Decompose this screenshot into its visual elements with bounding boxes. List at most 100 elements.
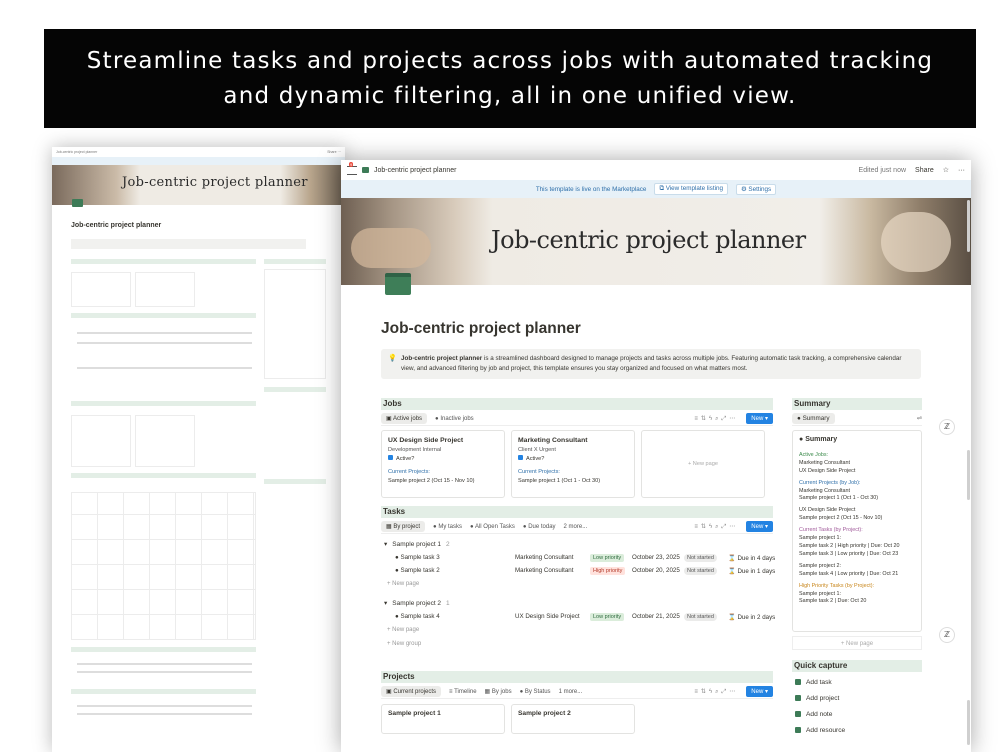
tasks-heading: Tasks <box>381 506 773 518</box>
task-row[interactable]: ● Sample task 4 UX Design Side Project L… <box>381 610 776 623</box>
tab-more[interactable]: 2 more... <box>564 524 588 530</box>
tab-label: My tasks <box>438 523 462 530</box>
star-icon[interactable]: ☆ <box>943 166 949 174</box>
quick-capture-heading: Quick capture <box>792 660 922 672</box>
view-tools-icons[interactable]: ≡⇅ϟ⌕⤢⋯ <box>694 523 738 531</box>
filter-icon[interactable]: ⇌ <box>917 415 922 422</box>
projects-gallery: Sample project 1 Sample project 2 <box>381 704 773 734</box>
summary-active-jobs-label: Active Jobs: <box>799 451 829 458</box>
tab-by-project[interactable]: ▦ By project <box>381 521 426 532</box>
task-row[interactable]: ● Sample task 3 Marketing Consultant Low… <box>381 551 775 564</box>
scrollbar[interactable] <box>967 700 970 745</box>
add-group[interactable]: + New group <box>381 637 773 651</box>
plus-icon <box>795 679 801 685</box>
summary-card[interactable]: ● Summary Active Jobs: Marketing Consult… <box>792 430 922 632</box>
background-page-preview: Job-centric project planner Share ··· Job… <box>52 147 345 752</box>
task-row[interactable]: ● Sample task 2 Marketing Consultant Hig… <box>381 564 775 577</box>
tab-label: Inactive jobs <box>440 415 474 422</box>
scrollbar[interactable] <box>967 200 970 252</box>
summary-view-bar: ● Summary ⇌ <box>792 412 922 426</box>
add-task-row[interactable]: + New page <box>381 623 773 637</box>
view-tools-icons[interactable]: ≡⇅ϟ⌕⤢⋯ <box>694 415 738 423</box>
summary-item: UX Design Side Project <box>799 467 856 474</box>
settings-label: Settings <box>748 185 772 193</box>
tab-timeline[interactable]: ≡ Timeline <box>449 689 477 695</box>
task-date: October 23, 2025 <box>632 554 680 561</box>
new-label: New <box>751 524 764 530</box>
back-projects-section <box>71 401 256 406</box>
view-tools-icons[interactable]: ≡⇅ϟ⌕⤢⋯ <box>694 688 738 696</box>
task-job: Marketing Consultant <box>515 567 574 574</box>
task-group-header[interactable]: ▾ Sample project 12 <box>381 534 773 551</box>
add-task-button[interactable]: Add task <box>792 674 922 690</box>
view-listing-button[interactable]: ⧉ View template listing <box>654 183 728 195</box>
jobs-new-page-card[interactable]: + New page <box>641 430 765 498</box>
back-tasks-section <box>71 313 256 318</box>
add-task-row[interactable]: + New page <box>381 577 773 591</box>
settings-button[interactable]: ⚙ Settings <box>735 183 777 195</box>
tab-label: By project <box>393 524 421 530</box>
project-card[interactable]: Sample project 1 <box>381 704 505 734</box>
tab-active-jobs[interactable]: ▣ Active jobs <box>381 413 428 424</box>
folder-icon[interactable] <box>385 273 411 295</box>
tab-my-tasks[interactable]: ● My tasks <box>433 524 462 530</box>
status-badge: Not started <box>684 554 717 562</box>
projects-new-button[interactable]: New ▾ <box>746 686 773 697</box>
tab-by-jobs[interactable]: ▦ By jobs <box>485 688 512 695</box>
task-due: Due in 2 days <box>737 613 776 621</box>
back-tags-section <box>264 479 326 484</box>
checkbox-icon[interactable] <box>518 455 523 460</box>
tab-label: All Open Tasks <box>474 523 515 530</box>
job-card-title: UX Design Side Project <box>388 437 464 444</box>
job-card[interactable]: UX Design Side Project Development Inter… <box>381 430 505 498</box>
comment-icon[interactable]: ℤ <box>939 419 955 435</box>
intro-callout: 💡 Job-centric project planner is a strea… <box>381 349 921 379</box>
add-resource-button[interactable]: Add resource <box>792 722 922 738</box>
task-name: Sample task 2 <box>400 567 440 574</box>
comment-icon[interactable]: ℤ <box>939 627 955 643</box>
add-project-button[interactable]: Add project <box>792 690 922 706</box>
back-quick-capture <box>264 387 326 392</box>
tab-label: Active jobs <box>393 416 423 422</box>
tab-all-open[interactable]: ● All Open Tasks <box>470 524 515 530</box>
add-note-button[interactable]: Add note <box>792 706 922 722</box>
back-cover-title: Job-centric project planner <box>122 175 308 190</box>
project-card[interactable]: Sample project 2 <box>511 704 635 734</box>
quick-label: Add project <box>806 694 840 702</box>
task-date: October 20, 2025 <box>632 567 680 574</box>
tab-summary[interactable]: ● Summary <box>792 413 835 424</box>
summary-item: Sample project 1: <box>799 535 841 542</box>
job-card[interactable]: Marketing Consultant Client X Urgent Act… <box>511 430 635 498</box>
checkbox-icon[interactable] <box>388 455 393 460</box>
tab-inactive-jobs[interactable]: ● Inactive jobs <box>435 416 474 422</box>
jobs-new-button[interactable]: New ▾ <box>746 413 773 424</box>
note-icon <box>795 711 801 717</box>
breadcrumb-page-name[interactable]: Job-centric project planner <box>374 167 457 174</box>
task-date: October 21, 2025 <box>632 613 680 620</box>
menu-icon[interactable]: 9 <box>347 161 357 175</box>
back-jobs-section <box>71 259 256 264</box>
quick-label: Add note <box>806 710 833 718</box>
tab-by-status[interactable]: ● By Status <box>520 689 551 695</box>
projects-view-bar: ▣ Current projects ≡ Timeline ▦ By jobs … <box>381 685 773 699</box>
scrollbar[interactable] <box>967 450 970 500</box>
handshake-photo <box>351 228 431 268</box>
tab-more[interactable]: 1 more... <box>559 689 583 695</box>
tab-current-projects[interactable]: ▣ Current projects <box>381 686 442 697</box>
share-button[interactable]: Share <box>915 167 934 174</box>
tasks-new-button[interactable]: New ▾ <box>746 521 773 532</box>
back-note-row <box>77 663 252 665</box>
resource-icon <box>795 727 801 733</box>
summary-item: Marketing Consultant <box>799 487 850 494</box>
job-card-active: Active? <box>526 456 545 462</box>
summary-new-page[interactable]: + New page <box>792 636 922 650</box>
tab-label: By Status <box>524 688 551 695</box>
task-group-header[interactable]: ▾ Sample project 21 <box>381 591 773 610</box>
tab-due-today[interactable]: ● Due today <box>523 524 556 530</box>
marketplace-bar: This template is live on the Marketplace… <box>341 180 971 198</box>
notion-page-window: 9 Job-centric project planner Edited jus… <box>341 160 971 752</box>
summary-item: Sample task 4 | Low priority | Due: Oct … <box>799 570 899 577</box>
more-icon[interactable]: ··· <box>958 167 965 174</box>
quick-label: Add task <box>806 678 832 686</box>
lightbulb-icon: 💡 <box>388 355 397 362</box>
